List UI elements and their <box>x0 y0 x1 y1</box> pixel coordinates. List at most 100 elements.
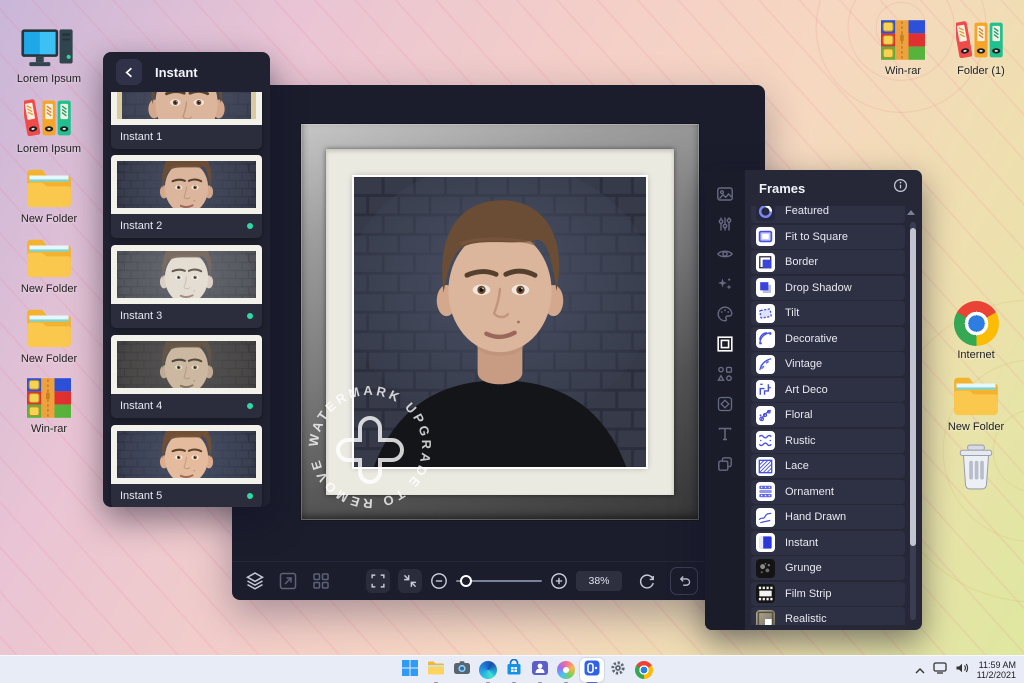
frame-style-lace[interactable]: Lace <box>751 454 905 478</box>
frame-styles-list: Featured Fit to Square Border Drop Shadow Ti… <box>751 206 905 625</box>
instant-thumbnail-4[interactable]: Instant 4 <box>111 335 262 418</box>
tool-pattern-button[interactable] <box>716 396 734 414</box>
zoom-in-button[interactable] <box>550 572 568 590</box>
tool-overlap-button[interactable] <box>716 456 734 474</box>
desktop-icon-new-folder[interactable]: New Folder <box>5 234 93 295</box>
desktop-icon-lorem-ipsum[interactable]: Lorem Ipsum <box>5 24 93 85</box>
frame-style-label: Hand Drawn <box>785 511 847 523</box>
panel-title: Instant <box>155 64 198 80</box>
instant-thumbnail-3[interactable]: Instant 3 <box>111 245 262 328</box>
frame-preview <box>111 425 262 484</box>
back-button[interactable] <box>116 59 142 85</box>
frame-style-film-strip[interactable]: Film Strip <box>751 581 905 606</box>
frame-style-decorative[interactable]: Decorative <box>751 326 905 351</box>
scroll-up-icon[interactable] <box>907 210 915 215</box>
tool-frame-button[interactable] <box>716 335 734 354</box>
taskbar-paint-button[interactable] <box>554 658 578 683</box>
frame-style-grunge[interactable]: Grunge <box>751 556 905 580</box>
scrollbar-thumb[interactable] <box>910 228 916 547</box>
undo-button[interactable] <box>670 567 698 595</box>
instant-thumbnail-1[interactable]: Instant 1 <box>111 92 262 149</box>
frame-style-label: Rustic <box>785 434 816 447</box>
instant-thumbnail-5[interactable]: Instant 5 <box>111 425 262 507</box>
palette-icon <box>716 305 734 326</box>
taskbar-chrome-button[interactable] <box>632 658 656 682</box>
frame-style-label: Lace <box>785 460 809 472</box>
tool-effects-eye-button[interactable] <box>716 246 734 264</box>
taskbar-explorer-button[interactable] <box>424 658 448 683</box>
speaker-icon[interactable] <box>955 661 969 679</box>
display-icon[interactable] <box>932 661 947 679</box>
tool-image-button[interactable] <box>716 186 734 204</box>
frame-style-hand-drawn[interactable]: Hand Drawn <box>751 505 905 529</box>
fullscreen-button[interactable] <box>366 569 390 593</box>
frames-scrollbar[interactable] <box>910 222 916 620</box>
zoom-slider[interactable] <box>456 573 542 589</box>
frame-style-drop-shadow[interactable]: Drop Shadow <box>751 275 905 300</box>
elements-icon <box>716 365 734 386</box>
taskbar-edge-button[interactable] <box>476 658 500 683</box>
fit-to-screen-button[interactable] <box>398 569 422 593</box>
layers-button[interactable] <box>244 570 266 592</box>
desktop-icon-label: New Folder <box>20 353 78 365</box>
frame-style-floral[interactable]: Floral <box>751 403 905 427</box>
desktop-top-right-icons: Win-rar Folder (1) <box>866 16 1018 77</box>
settings-icon <box>609 659 627 682</box>
selected-indicator <box>247 313 253 319</box>
resize-canvas-button[interactable] <box>277 570 299 592</box>
frame-style-art-deco[interactable]: Art Deco <box>751 377 905 402</box>
desktop-icon-trash[interactable] <box>939 444 1013 490</box>
desktop-icon-internet[interactable]: Internet <box>939 300 1013 361</box>
taskbar-settings-button[interactable] <box>606 658 630 682</box>
desktop-icon-lorem-ipsum[interactable]: Lorem Ipsum <box>5 94 93 155</box>
frame-style-realistic[interactable]: Realistic <box>751 607 905 625</box>
desktop-icon-folder-1[interactable]: Folder (1) <box>944 16 1018 77</box>
desktop: Lorem Ipsum Lorem Ipsum New Folder New Fold… <box>0 0 1024 683</box>
taskbar-clock[interactable]: 11:59 AM 11/2/2021 <box>977 660 1016 680</box>
frame-style-tilt[interactable]: Tilt <box>751 301 905 325</box>
desktop-icon-new-folder[interactable]: New Folder <box>939 372 1013 433</box>
frame-style-border[interactable]: Border <box>751 250 905 274</box>
taskbar-start-button[interactable] <box>398 658 422 682</box>
reset-button[interactable] <box>636 570 658 592</box>
desktop-icon-label: New Folder <box>20 283 78 295</box>
frame-style-label: Grunge <box>785 562 822 574</box>
frame-mat <box>326 149 674 495</box>
desktop-icon-new-folder[interactable]: New Folder <box>5 304 93 365</box>
tool-text-button[interactable] <box>716 426 734 444</box>
frame-style-label: Tilt <box>785 307 800 319</box>
instant-thumbnail-2[interactable]: Instant 2 <box>111 155 262 238</box>
zoom-out-button[interactable] <box>430 572 448 590</box>
canvas-photo-frame[interactable]: WATERMARK UPGRADE TO REMOVE <box>300 123 700 521</box>
instant-item-label: Instant 3 <box>120 310 163 322</box>
frame-style-instant[interactable]: Instant <box>751 530 905 555</box>
frame-style-rustic[interactable]: Rustic <box>751 428 905 453</box>
frame-style-label: Decorative <box>785 332 838 345</box>
edge-icon <box>479 661 497 679</box>
desktop-icon-win-rar[interactable]: Win-rar <box>5 374 93 435</box>
info-icon[interactable] <box>893 178 908 198</box>
taskbar-teams-button[interactable] <box>528 658 552 683</box>
tool-adjust-button[interactable] <box>716 216 734 234</box>
taskbar-photo-app-button[interactable] <box>580 658 604 683</box>
lace-icon <box>756 456 775 476</box>
zoom-level[interactable]: 38% <box>576 571 622 591</box>
frame-style-ornament[interactable]: Ornament <box>751 479 905 504</box>
tool-palette-button[interactable] <box>716 305 734 326</box>
zoom-slider-knob[interactable] <box>460 575 472 587</box>
tool-elements-button[interactable] <box>716 366 734 384</box>
tool-sparkles-button[interactable] <box>716 276 734 294</box>
chevron-up-icon[interactable] <box>915 661 925 679</box>
desktop-icon-new-folder[interactable]: New Folder <box>5 164 93 225</box>
grid-view-button[interactable] <box>310 570 332 592</box>
frame-style-label: Art Deco <box>785 383 828 396</box>
frame-style-featured[interactable]: Featured <box>751 206 905 223</box>
taskbar-store-button[interactable] <box>502 658 526 683</box>
frame-style-vintage[interactable]: Vintage <box>751 352 905 376</box>
desktop-icon-win-rar[interactable]: Win-rar <box>866 16 940 77</box>
instant-panel-header: Instant <box>103 52 270 92</box>
frame-style-label: Ornament <box>785 485 834 498</box>
frame-style-fit-square[interactable]: Fit to Square <box>751 224 905 249</box>
taskbar-camera-button[interactable] <box>450 658 474 682</box>
effects-eye-icon <box>716 245 734 266</box>
